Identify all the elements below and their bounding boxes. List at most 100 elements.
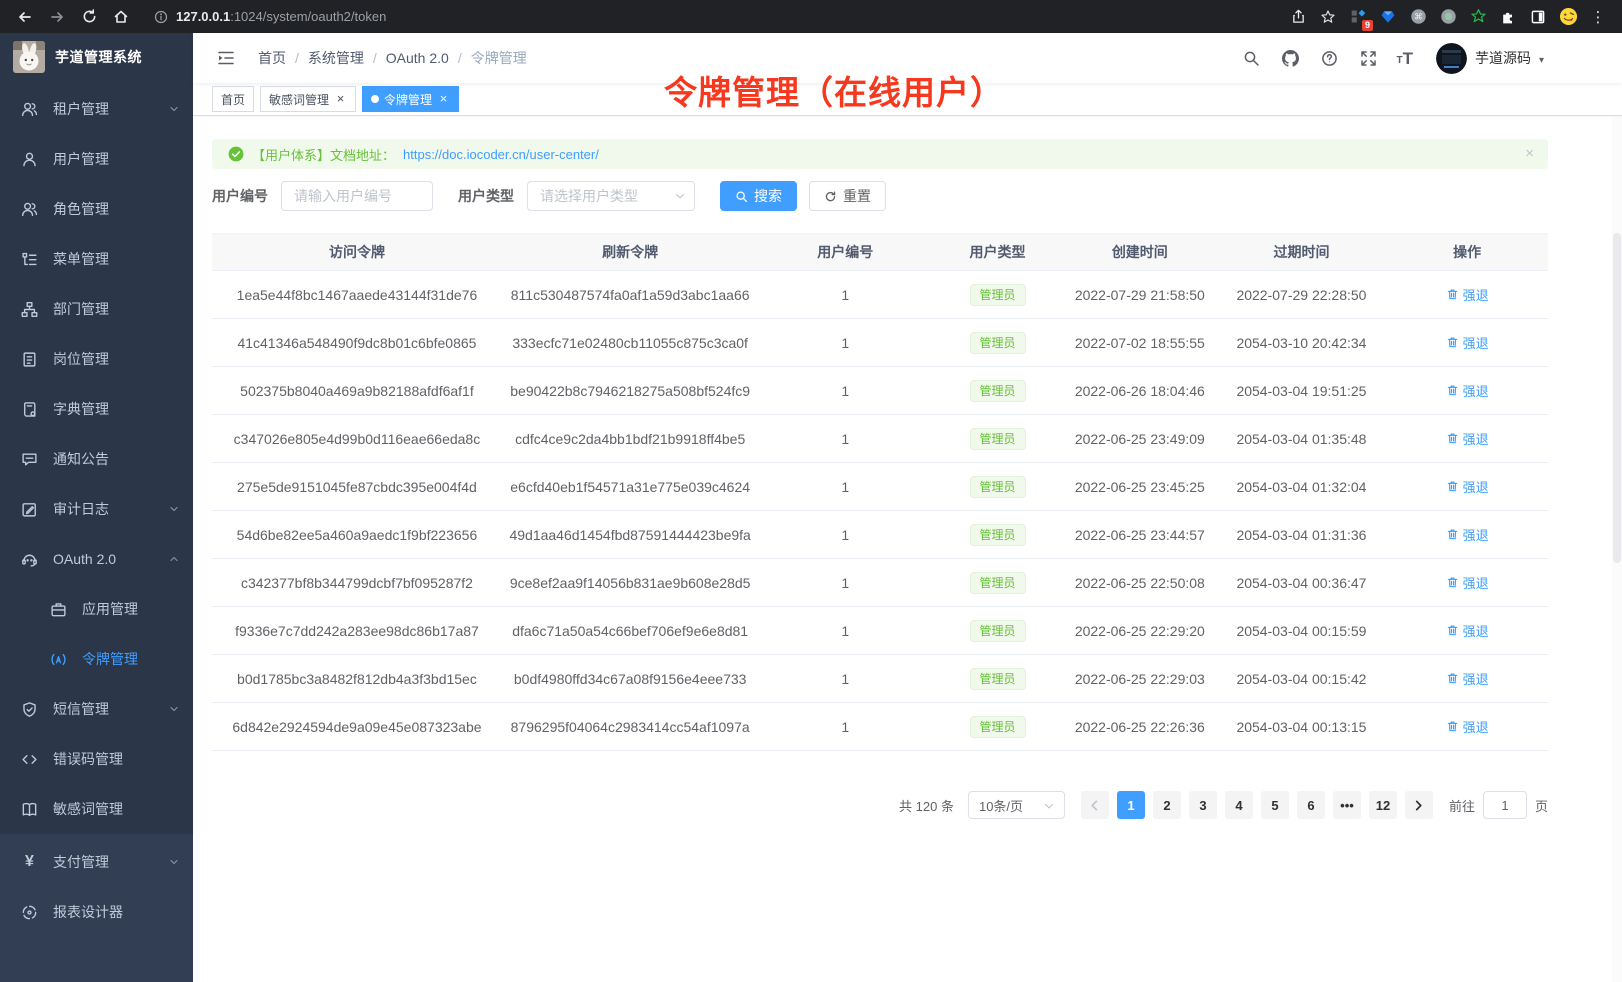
tab-sensitive-words[interactable]: 敏感词管理 × [260,86,356,112]
access-token-cell: b0d1785bc3a8482f812db4a3f3bd15ec [212,655,502,703]
bookmark-button[interactable] [1316,5,1340,29]
sidebar-item-menus[interactable]: 菜单管理 [0,234,193,284]
tab-token-management[interactable]: 令牌管理 × [362,86,459,112]
sidebar-item-oauth-tokens[interactable]: 令牌管理 [0,634,193,684]
page-button-4[interactable]: 4 [1225,791,1253,819]
reset-button[interactable]: 重置 [809,181,886,211]
sidebar-item-payments[interactable]: ¥ 支付管理 [0,837,193,887]
sidebar-item-dictionary[interactable]: 字典管理 [0,384,193,434]
page-button-2[interactable]: 2 [1153,791,1181,819]
page-button-3[interactable]: 3 [1189,791,1217,819]
tab-label: 首页 [221,91,245,108]
more-pages-button[interactable]: ••• [1333,791,1361,819]
sidebar-item-sms[interactable]: 短信管理 [0,684,193,734]
force-logout-button[interactable]: 强退 [1446,477,1489,496]
trash-icon [1446,384,1459,397]
close-tab-icon[interactable]: × [334,93,347,106]
avatar-image [1436,43,1467,74]
action-cell: 强退 [1386,559,1548,607]
close-alert-icon[interactable]: × [1525,146,1534,162]
extension-recorder-button[interactable] [1436,5,1460,29]
sidebar-item-announcements[interactable]: 通知公告 [0,434,193,484]
rabbit-logo-icon [13,41,45,73]
profile-button[interactable] [1556,5,1580,29]
sidebar-item-sensitive-words[interactable]: 敏感词管理 [0,784,193,834]
page-button-6[interactable]: 6 [1297,791,1325,819]
extension-star-button[interactable] [1466,5,1490,29]
force-logout-button[interactable]: 强退 [1446,429,1489,448]
extension-command-button[interactable]: ⌘ [1406,5,1430,29]
page-button-1[interactable]: 1 [1117,791,1145,819]
sidebar-item-error-codes[interactable]: 错误码管理 [0,734,193,784]
share-button[interactable] [1286,5,1310,29]
sidebar-item-label: 支付管理 [53,852,109,872]
page-size-select[interactable]: 10条/页 [968,791,1065,819]
user-type-select[interactable] [527,181,695,211]
force-logout-button[interactable]: 强退 [1446,285,1489,304]
sidebar-item-tenant[interactable]: 租户管理 [0,84,193,134]
table-row: 275e5de9151045fe87cbdc395e004f4d e6cfd40… [212,463,1548,511]
help-button[interactable] [1318,47,1340,69]
user-id-input[interactable] [281,181,433,211]
search-button-form[interactable]: 搜索 [720,181,797,211]
extension-widget-button[interactable]: 9 [1346,5,1370,29]
breadcrumb-oauth[interactable]: OAuth 2.0 [386,50,449,66]
sidebar-item-departments[interactable]: 部门管理 [0,284,193,334]
table-row: f9336e7c7dd242a283ee98dc86b17a87 dfa6c71… [212,607,1548,655]
prev-page-button[interactable] [1081,791,1109,819]
force-logout-button[interactable]: 强退 [1446,333,1489,352]
tag-view-bar: 首页 敏感词管理 × 令牌管理 × [193,83,1622,116]
sidebar-item-report-designer[interactable]: 报表设计器 [0,887,193,937]
create-time-cell: 2022-06-25 23:49:09 [1063,415,1217,463]
close-tab-icon[interactable]: × [437,93,450,106]
doc-link[interactable]: https://doc.iocoder.cn/user-center/ [403,147,599,162]
browser-back-button[interactable] [12,4,38,30]
page-button-12[interactable]: 12 [1369,791,1397,819]
sidebar-item-roles[interactable]: 角色管理 [0,184,193,234]
user-id-cell: 1 [758,415,932,463]
collapse-sidebar-button[interactable] [208,40,244,76]
col-user-id: 用户编号 [758,234,932,271]
goto-page-input[interactable] [1483,791,1527,819]
refresh-token-cell: e6cfd40eb1f54571a31e775e039c4624 [502,463,759,511]
goto-label: 前往 [1449,796,1475,815]
search-button[interactable] [1240,47,1262,69]
force-logout-button[interactable]: 强退 [1446,381,1489,400]
font-size-button[interactable]: TT [1396,51,1413,66]
force-logout-button[interactable]: 强退 [1446,717,1489,736]
token-icon [50,651,67,668]
browser-reload-button[interactable] [76,4,102,30]
breadcrumb-system[interactable]: 系统管理 [308,48,364,68]
access-token-cell: 6d842e2924594de9a09e45e087323abe [212,703,502,751]
browser-forward-button[interactable] [44,4,70,30]
browser-menu-button[interactable]: ⋮ [1586,5,1610,29]
next-page-button[interactable] [1405,791,1433,819]
force-logout-button[interactable]: 强退 [1446,525,1489,544]
scrollbar-thumb[interactable] [1613,233,1621,563]
sidebar-item-users[interactable]: 用户管理 [0,134,193,184]
address-bar[interactable]: 127.0.0.1:1024/system/oauth2/token [140,9,1280,24]
force-logout-button[interactable]: 强退 [1446,573,1489,592]
sidebar-item-oauth2[interactable]: OAuth 2.0 [0,534,193,584]
force-logout-button[interactable]: 强退 [1446,669,1489,688]
action-cell: 强退 [1386,463,1548,511]
app-logo[interactable]: 芋道管理系统 [0,33,193,80]
extensions-button[interactable] [1496,5,1520,29]
action-cell: 强退 [1386,319,1548,367]
browser-home-button[interactable] [108,4,134,30]
fullscreen-button[interactable] [1357,47,1379,69]
sidebar-item-posts[interactable]: 岗位管理 [0,334,193,384]
tab-home[interactable]: 首页 [212,86,254,112]
sidebar-item-audit-log[interactable]: 审计日志 [0,484,193,534]
split-view-button[interactable] [1526,5,1550,29]
user-type-select-input[interactable] [527,181,695,211]
extension-gem-button[interactable] [1376,5,1400,29]
total-count-label: 共 120 条 [899,796,954,815]
page-scrollbar[interactable] [1612,33,1622,982]
page-button-5[interactable]: 5 [1261,791,1289,819]
sidebar-item-oauth-apps[interactable]: 应用管理 [0,584,193,634]
user-menu[interactable]: 芋道源码 ▾ [1436,43,1544,74]
breadcrumb-home[interactable]: 首页 [258,48,286,68]
force-logout-button[interactable]: 强退 [1446,621,1489,640]
github-button[interactable] [1279,47,1301,69]
